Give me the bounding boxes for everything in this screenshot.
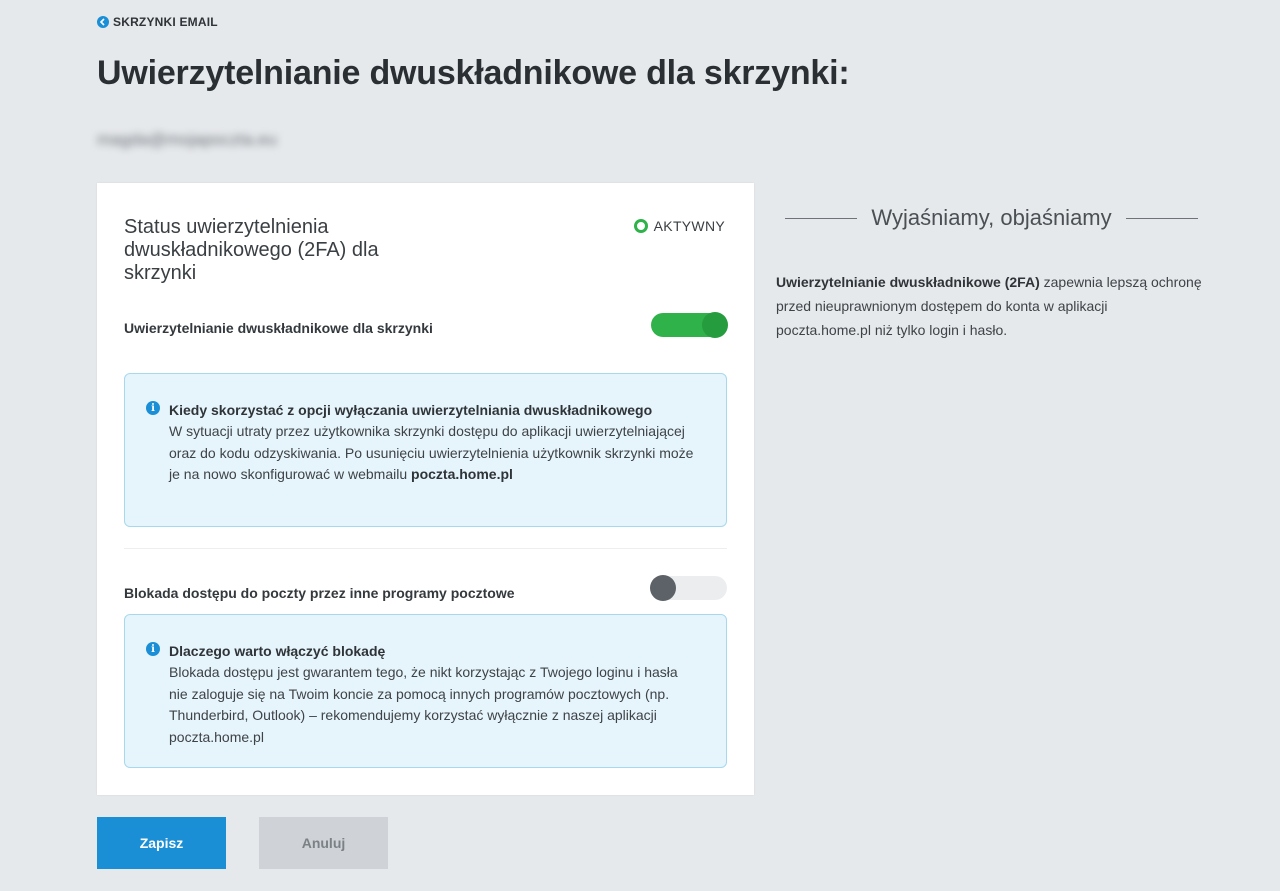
info-body: W sytuacji utraty przez użytkownika skrz… (169, 421, 696, 486)
toggle-knob (650, 575, 676, 601)
arrow-left-circle-icon (97, 16, 109, 28)
status-badge-label: AKTYWNY (653, 218, 725, 234)
settings-card: Status uwierzytelnienia dwuskładnikowego… (97, 183, 754, 795)
divider (785, 217, 858, 219)
info-icon: i (146, 642, 160, 656)
side-heading-label: Wyjaśniamy, objaśniamy (871, 205, 1112, 230)
status-title: Status uwierzytelnienia dwuskładnikowego… (124, 216, 379, 284)
divider (1125, 217, 1198, 219)
toggle-knob (702, 312, 728, 338)
block-label: Blokada dostępu do poczty przez inne pro… (124, 585, 515, 601)
info-heading: Dlaczego warto włączyć blokadę (169, 643, 386, 659)
back-link-label: SKRZYNKI EMAIL (113, 15, 218, 29)
page-title: Uwierzytelnianie dwuskładnikowe dla skrz… (97, 54, 850, 92)
info-heading: Kiedy skorzystać z opcji wyłączania uwie… (169, 402, 653, 418)
side-text-bold: Uwierzytelnianie dwuskładnikowe (2FA) (776, 274, 1040, 290)
info-box-disable-2fa: i Kiedy skorzystać z opcji wyłączania uw… (124, 373, 727, 527)
save-button[interactable]: Zapisz (97, 817, 226, 869)
status-badge: AKTYWNY (633, 218, 725, 234)
info-icon: i (146, 401, 160, 415)
status-circle-icon (633, 219, 648, 233)
block-toggle[interactable] (650, 575, 727, 601)
twofa-label: Uwierzytelnianie dwuskładnikowe dla skrz… (124, 320, 433, 336)
side-explanation: Uwierzytelnianie dwuskładnikowe (2FA) za… (776, 270, 1206, 342)
info-box-block: i Dlaczego warto włączyć blokadę Blokada… (124, 614, 727, 768)
info-body-link: poczta.home.pl (411, 466, 513, 482)
twofa-toggle[interactable] (651, 312, 728, 338)
cancel-button[interactable]: Anuluj (259, 817, 388, 869)
divider (124, 548, 727, 549)
side-heading: Wyjaśniamy, objaśniamy (785, 205, 1198, 231)
info-body: Blokada dostępu jest gwarantem tego, że … (169, 664, 678, 745)
mailbox-address: magda@mojapoczta.eu (97, 130, 277, 149)
back-link-mailboxes[interactable]: SKRZYNKI EMAIL (97, 15, 218, 29)
